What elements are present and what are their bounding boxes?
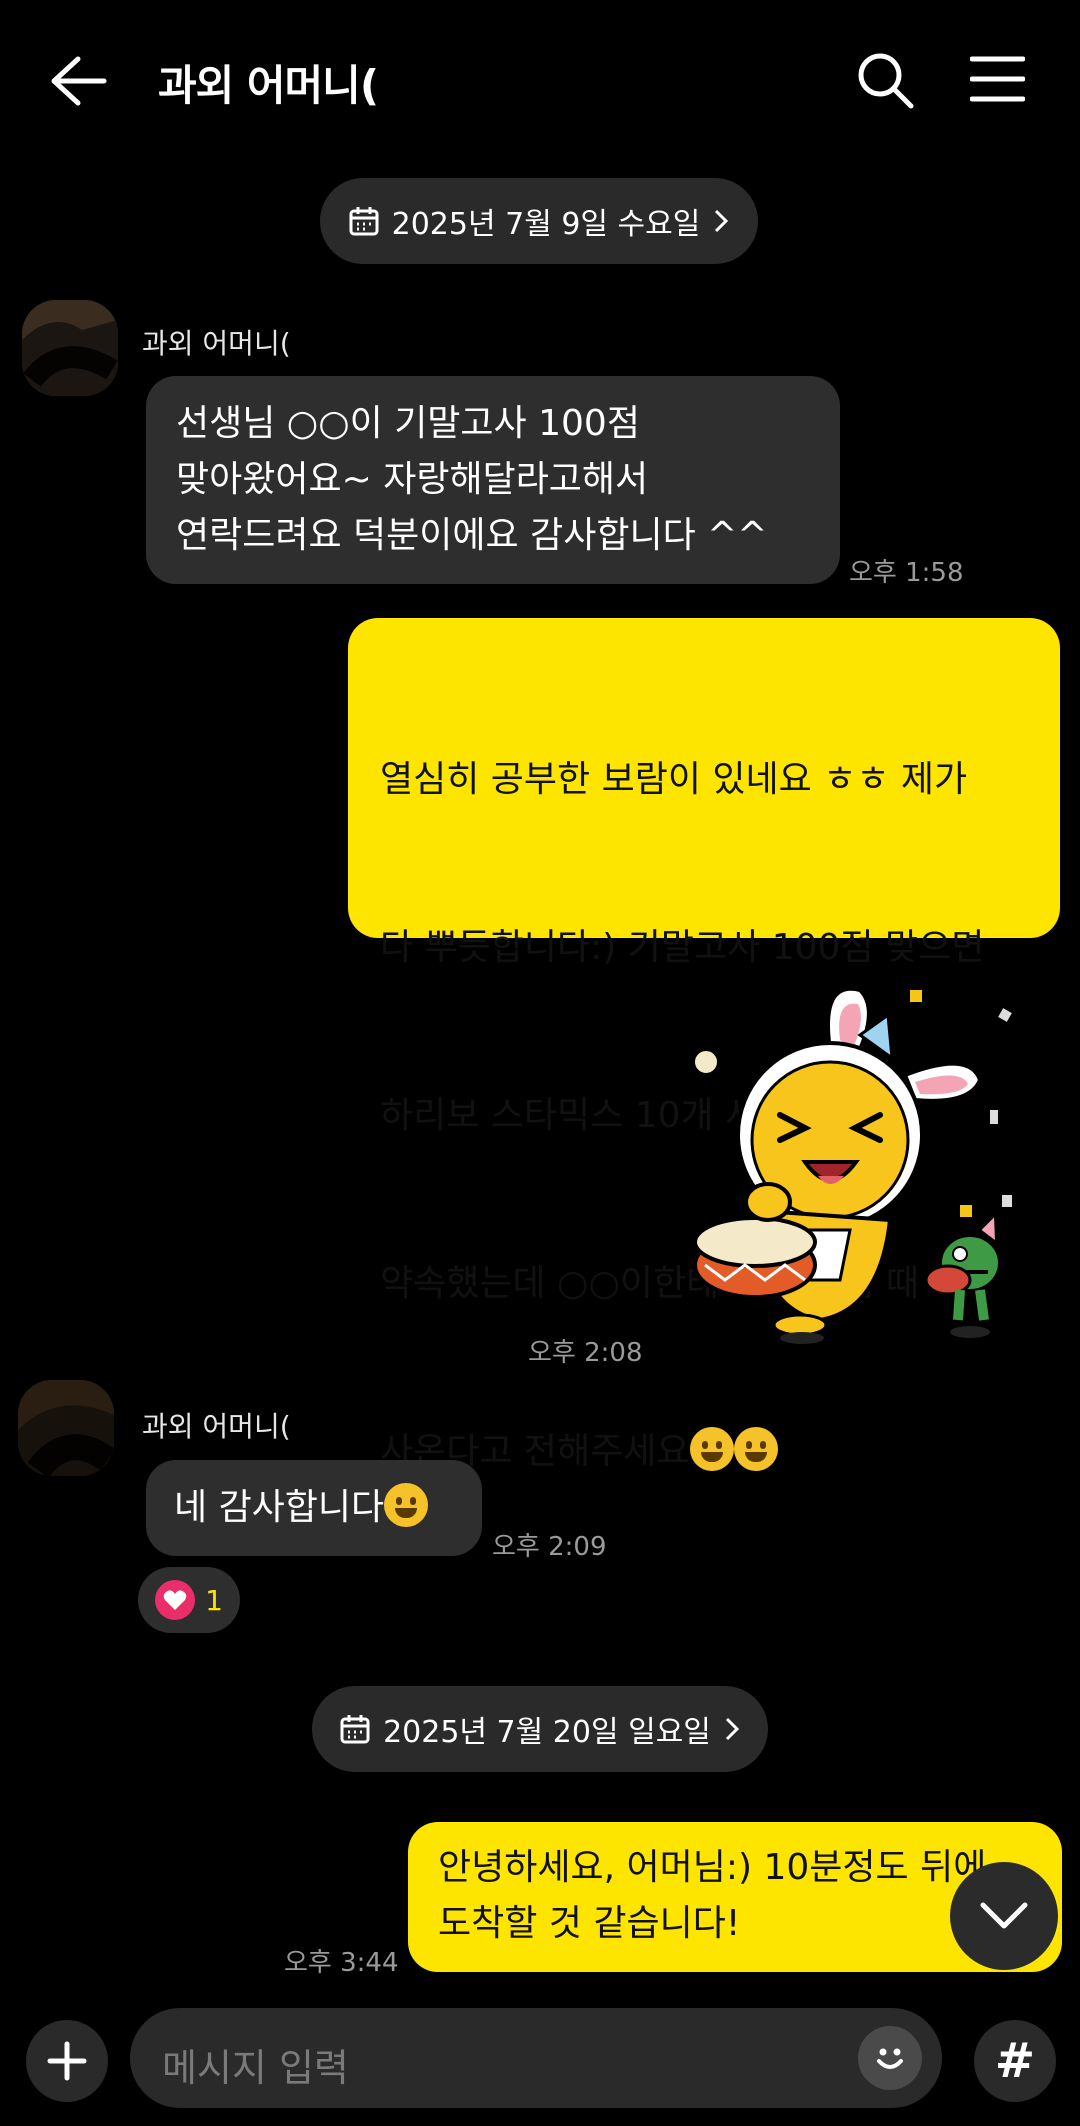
menu-icon[interactable] (970, 55, 1025, 103)
grinning-emoji-icon (689, 1427, 734, 1471)
chevron-right-icon (715, 209, 729, 233)
calendar-icon (340, 1715, 370, 1744)
kakao-friends-drum-sticker[interactable] (680, 980, 1040, 1350)
reaction-badge[interactable]: 1 (138, 1567, 240, 1633)
chat-title: 과외 어머니( (158, 61, 379, 110)
message-bubble-sent[interactable]: 열심히 공부한 보람이 있네요 ㅎㅎ 제가 다 뿌듯합니다:) 기말고사 100… (348, 618, 1060, 1472)
date-divider[interactable]: 2025년 7월 9일 수요일 (320, 178, 758, 264)
chevron-down-icon (980, 1902, 1028, 1929)
emoticon-button[interactable] (858, 2026, 922, 2090)
message-time: 오후 2:08 (528, 1338, 643, 1368)
chevron-right-icon (725, 1717, 740, 1741)
scroll-to-bottom-button[interactable] (950, 1862, 1058, 1970)
message-text: 네 감사합니다 (174, 1487, 385, 1528)
message-input-placeholder: 메시지 입력 (162, 2046, 349, 2090)
message-time: 오후 2:09 (492, 1532, 607, 1562)
message-bubble-received[interactable]: 선생님 ○○이 기말고사 100점 맞아왔어요~ 자랑해달라고해서 연락드려요 … (146, 376, 840, 584)
hash-search-button[interactable]: # (974, 2020, 1056, 2102)
message-line: 열심히 공부한 보람이 있네요 ㅎㅎ 제가 (380, 759, 968, 800)
sender-name: 과외 어머니( (142, 1410, 291, 1443)
grinning-emoji-icon (733, 1427, 778, 1471)
laughing-emoji-icon (384, 1483, 429, 1527)
date-divider[interactable]: 2025년 7월 20일 일요일 (312, 1686, 768, 1772)
message-time: 오후 3:44 (284, 1948, 399, 1978)
avatar[interactable] (18, 1380, 114, 1476)
date-label: 2025년 7월 20일 일요일 (383, 1715, 711, 1750)
reaction-count: 1 (205, 1583, 223, 1617)
heart-icon (155, 1580, 196, 1620)
calendar-icon (349, 207, 379, 236)
date-label: 2025년 7월 9일 수요일 (391, 207, 701, 242)
search-icon[interactable] (855, 50, 915, 110)
message-time: 오후 1:58 (849, 558, 964, 588)
message-bubble-received[interactable]: 네 감사합니다 (146, 1460, 482, 1556)
smile-icon (877, 2048, 903, 2069)
message-line: 다 뿌듯합니다:) 기말고사 100점 맞으면 (380, 927, 985, 968)
back-arrow-icon[interactable] (48, 55, 108, 107)
message-line-with-emoji: 사온다고 전해주세요 (380, 1424, 1028, 1480)
attach-plus-button[interactable] (26, 2020, 108, 2102)
plus-icon (47, 2041, 87, 2081)
sender-name: 과외 어머니( (142, 327, 291, 360)
avatar[interactable] (22, 300, 118, 396)
